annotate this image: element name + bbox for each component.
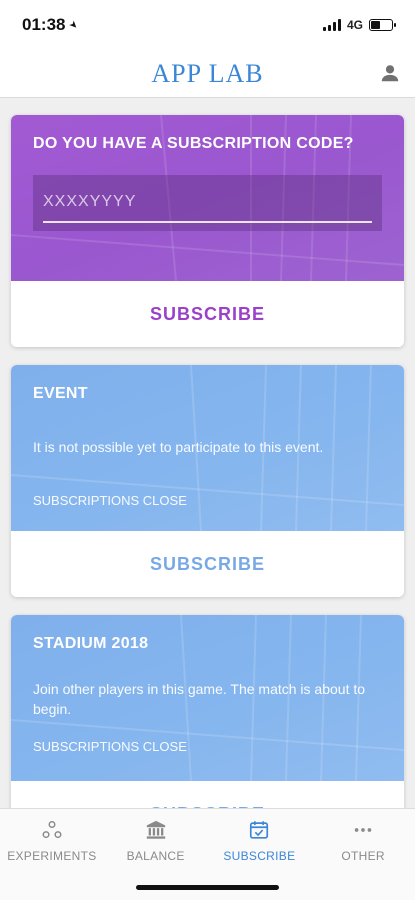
status-bar: 01:38 ➤ 4G xyxy=(0,0,415,50)
battery-icon xyxy=(369,19,396,31)
more-icon xyxy=(354,828,372,832)
profile-icon[interactable] xyxy=(379,62,401,84)
event-title: EVENT xyxy=(33,385,88,402)
stadium-card-header: STADIUM 2018 Join other players in this … xyxy=(11,615,404,781)
subscription-code-card: DO YOU HAVE A SUBSCRIPTION CODE? SUBSCRI… xyxy=(11,115,404,347)
stadium-subscribe-button[interactable]: SUBSCRIBE xyxy=(11,781,404,808)
experiments-icon xyxy=(42,821,62,839)
event-subscribe-button[interactable]: SUBSCRIBE xyxy=(11,531,404,597)
app-header: APP LAB xyxy=(0,50,415,98)
stadium-status: SUBSCRIPTIONS CLOSE xyxy=(33,739,187,754)
signal-strength-icon xyxy=(322,19,341,31)
stadium-title: STADIUM 2018 xyxy=(33,635,149,652)
status-time: 01:38 ➤ xyxy=(22,15,81,35)
stadium-description: Join other players in this game. The mat… xyxy=(33,681,366,717)
bottom-tab-bar: EXPERIMENTS BALANCE SUBSCRIBE OTHER xyxy=(0,808,415,900)
tab-label: OTHER xyxy=(341,849,385,863)
subscription-list[interactable]: DO YOU HAVE A SUBSCRIPTION CODE? SUBSCRI… xyxy=(0,98,415,808)
location-arrow-icon: ➤ xyxy=(66,18,81,32)
subscribe-code-button[interactable]: SUBSCRIBE xyxy=(11,281,404,347)
event-card-header: EVENT It is not possible yet to particip… xyxy=(11,365,404,531)
code-field-box xyxy=(33,175,382,231)
tab-subscribe[interactable]: SUBSCRIBE xyxy=(208,809,312,873)
tab-label: EXPERIMENTS xyxy=(7,849,97,863)
event-card: EVENT It is not possible yet to particip… xyxy=(11,365,404,597)
stadium-card: STADIUM 2018 Join other players in this … xyxy=(11,615,404,808)
home-indicator xyxy=(136,885,279,890)
event-description: It is not possible yet to participate to… xyxy=(33,439,324,455)
subscription-code-input[interactable] xyxy=(43,183,372,223)
status-indicators: 4G xyxy=(322,18,396,32)
tab-label: BALANCE xyxy=(126,849,185,863)
page-title: APP LAB xyxy=(151,58,264,88)
calendar-check-icon xyxy=(250,821,269,839)
tab-experiments[interactable]: EXPERIMENTS xyxy=(0,809,104,873)
event-status: SUBSCRIPTIONS CLOSE xyxy=(33,493,187,508)
time-text: 01:38 xyxy=(22,15,66,34)
tab-label: SUBSCRIBE xyxy=(223,849,296,863)
subscription-code-header: DO YOU HAVE A SUBSCRIPTION CODE? xyxy=(11,115,404,281)
tab-balance[interactable]: BALANCE xyxy=(104,809,208,873)
bank-icon xyxy=(146,820,165,839)
network-type: 4G xyxy=(346,18,363,32)
tab-other[interactable]: OTHER xyxy=(311,809,415,873)
battery-fill xyxy=(371,21,380,29)
card-title: DO YOU HAVE A SUBSCRIPTION CODE? xyxy=(33,135,354,152)
